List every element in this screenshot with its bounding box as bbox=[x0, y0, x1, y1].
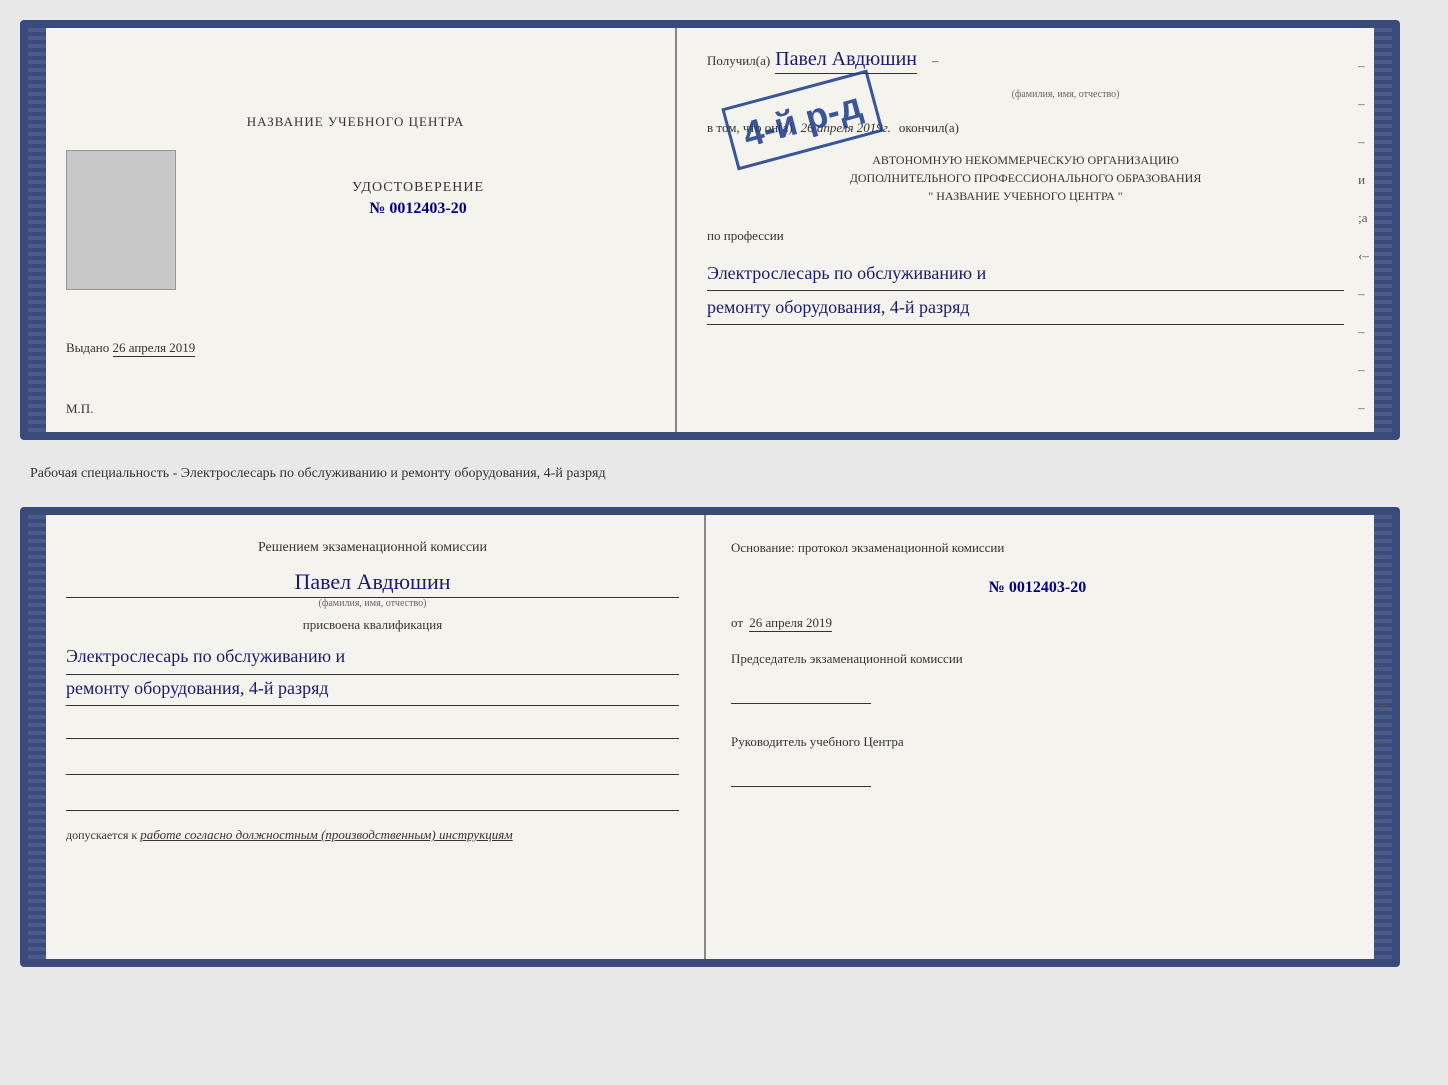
bottom-document: Решением экзаменационной комиссии Павел … bbox=[20, 507, 1400, 967]
admits-prefix: допускается к bbox=[66, 828, 137, 842]
photo-placeholder bbox=[66, 150, 176, 290]
protocol-number: № 0012403-20 bbox=[731, 579, 1344, 597]
qual-line2: ремонту оборудования, 4-й разряд bbox=[66, 673, 679, 707]
chairman-label: Председатель экзаменационной комиссии bbox=[731, 651, 1344, 667]
head-label: Руководитель учебного Центра bbox=[731, 734, 1344, 750]
okonchil: окончил(а) bbox=[899, 120, 959, 136]
chairman-signature-line bbox=[731, 682, 871, 704]
org-line1: АВТОНОМНУЮ НЕКОММЕРЧЕСКУЮ ОРГАНИЗАЦИЮ bbox=[707, 151, 1344, 169]
bottom-right-edge-marks: – – – и ;а ‹– – – – – bbox=[1376, 545, 1387, 903]
top-spine-right bbox=[1374, 28, 1392, 432]
org-line3: " НАЗВАНИЕ УЧЕБНОГО ЦЕНТРА " bbox=[707, 187, 1344, 205]
recipient-line: Получил(а) Павел Авдюшин – bbox=[707, 48, 1344, 74]
admits-text: работе согласно должностным (производств… bbox=[140, 827, 512, 842]
recipient-name: Павел Авдюшин bbox=[775, 48, 917, 74]
recipient-prefix: Получил(а) bbox=[707, 53, 770, 69]
assigned-label: присвоена квалификация bbox=[66, 617, 679, 633]
basis-label: Основание: протокол экзаменационной коми… bbox=[731, 540, 1344, 556]
top-left-panel: НАЗВАНИЕ УЧЕБНОГО ЦЕНТРА УДОСТОВЕРЕНИЕ №… bbox=[46, 28, 677, 432]
person-name-row: Павел Авдюшин (фамилия, имя, отчество) bbox=[66, 569, 679, 609]
protocol-row: № 0012403-20 bbox=[731, 571, 1344, 605]
decision-title: Решением экзаменационной комиссии bbox=[66, 540, 679, 556]
from-prefix: от bbox=[731, 615, 743, 630]
qual-line1: Электрослесарь по обслуживанию и bbox=[66, 641, 679, 675]
profession-line1: Электрослесарь по обслуживанию и bbox=[707, 259, 1344, 291]
top-left-title: НАЗВАНИЕ УЧЕБНОГО ЦЕНТРА bbox=[247, 114, 464, 130]
head-signature-line bbox=[731, 765, 871, 787]
from-date-val: 26 апреля 2019 bbox=[749, 615, 832, 632]
fio-label-bottom: (фамилия, имя, отчество) bbox=[66, 598, 679, 609]
underline-1 bbox=[66, 717, 679, 739]
org-line2: ДОПОЛНИТЕЛЬНОГО ПРОФЕССИОНАЛЬНОГО ОБРАЗО… bbox=[707, 169, 1344, 187]
admits-line: допускается к работе согласно должностны… bbox=[66, 827, 679, 843]
bottom-spine-left bbox=[28, 515, 46, 959]
cert-number: № 0012403-20 bbox=[369, 200, 466, 218]
underline-2 bbox=[66, 753, 679, 775]
right-edge-marks: – – – и ;а ‹– – – – – bbox=[1358, 58, 1369, 416]
issued-date: 26 апреля 2019 bbox=[113, 340, 196, 357]
issued-prefix: Выдано bbox=[66, 340, 109, 355]
profession-label: по профессии bbox=[707, 228, 1344, 244]
page-wrapper: НАЗВАНИЕ УЧЕБНОГО ЦЕНТРА УДОСТОВЕРЕНИЕ №… bbox=[20, 20, 1428, 967]
cert-label: УДОСТОВЕРЕНИЕ bbox=[352, 180, 484, 196]
mp-label: М.П. bbox=[66, 401, 93, 417]
separator-text: Рабочая специальность - Электрослесарь п… bbox=[20, 458, 1428, 489]
person-name: Павел Авдюшин bbox=[66, 569, 679, 598]
top-right-panel: Получил(а) Павел Авдюшин – (фамилия, имя… bbox=[677, 28, 1374, 432]
stamp-text: 4-й р-д bbox=[739, 84, 867, 156]
issued-line: Выдано 26 апреля 2019 bbox=[66, 340, 195, 356]
top-document: НАЗВАНИЕ УЧЕБНОГО ЦЕНТРА УДОСТОВЕРЕНИЕ №… bbox=[20, 20, 1400, 440]
bottom-left-panel: Решением экзаменационной комиссии Павел … bbox=[46, 515, 706, 959]
bottom-right-panel: Основание: протокол экзаменационной коми… bbox=[706, 515, 1374, 959]
top-spine-left bbox=[28, 28, 46, 432]
org-block: АВТОНОМНУЮ НЕКОММЕРЧЕСКУЮ ОРГАНИЗАЦИЮ ДО… bbox=[707, 151, 1344, 205]
profession-line2: ремонту оборудования, 4-й разряд bbox=[707, 293, 1344, 325]
from-date-row: от 26 апреля 2019 bbox=[731, 615, 1344, 631]
underline-3 bbox=[66, 789, 679, 811]
